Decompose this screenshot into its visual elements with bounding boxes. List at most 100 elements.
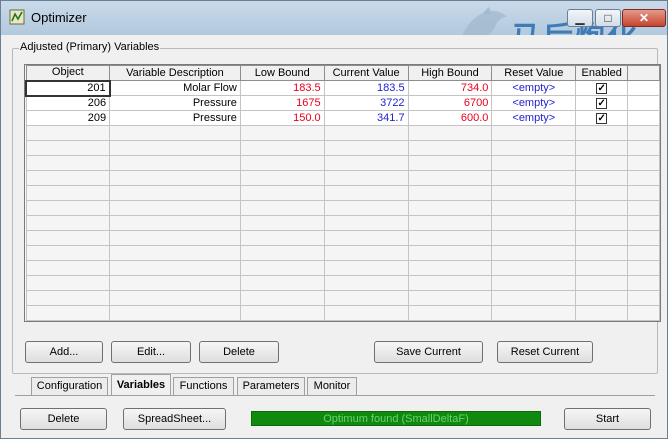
empty-cell[interactable] [109, 140, 241, 156]
column-header[interactable]: Variable Description [109, 65, 241, 81]
empty-cell[interactable] [323, 320, 409, 321]
empty-cell[interactable] [239, 185, 325, 201]
empty-cell[interactable] [25, 170, 111, 186]
empty-row[interactable] [25, 170, 660, 186]
empty-cell[interactable] [239, 290, 325, 306]
empty-cell[interactable] [25, 290, 111, 306]
empty-row[interactable] [25, 230, 660, 246]
table-row[interactable]: 201 Molar Flow 183.5 183.5 734.0 <empty> ✓ [25, 79, 660, 97]
empty-cell[interactable] [407, 185, 493, 201]
cell-description[interactable]: Pressure [109, 95, 241, 111]
empty-cell[interactable] [575, 200, 629, 216]
empty-cell[interactable] [627, 125, 660, 141]
empty-cell[interactable] [25, 125, 111, 141]
empty-cell[interactable] [25, 215, 111, 231]
empty-cell[interactable] [109, 155, 241, 171]
empty-cell[interactable] [25, 230, 111, 246]
empty-cell[interactable] [491, 200, 577, 216]
empty-cell[interactable] [323, 125, 409, 141]
empty-cell[interactable] [575, 320, 629, 321]
empty-row[interactable] [25, 185, 660, 201]
empty-cell[interactable] [627, 290, 660, 306]
empty-cell[interactable] [575, 185, 629, 201]
empty-cell[interactable] [323, 200, 409, 216]
empty-cell[interactable] [109, 305, 241, 321]
empty-cell[interactable] [323, 245, 409, 261]
empty-cell[interactable] [109, 320, 241, 321]
empty-row[interactable] [25, 155, 660, 171]
enabled-checkbox[interactable]: ✓ [596, 82, 608, 94]
tab-functions[interactable]: Functions [173, 377, 234, 395]
empty-cell[interactable] [25, 320, 111, 321]
column-header[interactable]: Object [25, 65, 111, 81]
empty-cell[interactable] [491, 170, 577, 186]
empty-cell[interactable] [109, 245, 241, 261]
empty-row[interactable] [25, 140, 660, 156]
cell-current[interactable]: 3722 [323, 95, 409, 111]
cell-enabled[interactable]: ✓ [575, 110, 629, 126]
empty-cell[interactable] [575, 170, 629, 186]
empty-cell[interactable] [575, 245, 629, 261]
empty-cell[interactable] [491, 275, 577, 291]
empty-cell[interactable] [407, 170, 493, 186]
empty-row[interactable] [25, 260, 660, 276]
variables-grid[interactable]: Object Variable Description Low Bound Curre… [24, 64, 661, 322]
cell-object[interactable]: 201 [25, 79, 111, 97]
empty-cell[interactable] [407, 215, 493, 231]
empty-cell[interactable] [627, 320, 660, 321]
empty-cell[interactable] [491, 215, 577, 231]
empty-cell[interactable] [407, 155, 493, 171]
empty-cell[interactable] [239, 215, 325, 231]
empty-cell[interactable] [109, 125, 241, 141]
empty-cell[interactable] [627, 275, 660, 291]
empty-cell[interactable] [25, 185, 111, 201]
empty-cell[interactable] [323, 290, 409, 306]
empty-cell[interactable] [575, 230, 629, 246]
empty-cell[interactable] [25, 305, 111, 321]
cell-description[interactable]: Molar Flow [109, 80, 241, 96]
empty-cell[interactable] [491, 245, 577, 261]
tab-configuration[interactable]: Configuration [31, 377, 108, 395]
column-header[interactable]: Enabled [575, 65, 629, 81]
empty-cell[interactable] [575, 260, 629, 276]
empty-cell[interactable] [575, 155, 629, 171]
empty-cell[interactable] [109, 215, 241, 231]
empty-cell[interactable] [407, 200, 493, 216]
empty-cell[interactable] [109, 260, 241, 276]
cell-object[interactable]: 209 [25, 110, 111, 126]
column-header[interactable]: Low Bound [239, 65, 325, 81]
empty-row[interactable] [25, 320, 660, 321]
empty-cell[interactable] [109, 275, 241, 291]
empty-cell[interactable] [627, 260, 660, 276]
empty-cell[interactable] [575, 305, 629, 321]
cell-reset[interactable]: <empty> [491, 95, 577, 111]
empty-cell[interactable] [627, 185, 660, 201]
minimize-button[interactable]: ▁ [567, 9, 593, 27]
cell-low[interactable]: 1675 [239, 95, 325, 111]
empty-cell[interactable] [407, 290, 493, 306]
empty-cell[interactable] [25, 275, 111, 291]
cell-enabled[interactable]: ✓ [575, 80, 629, 96]
empty-cell[interactable] [323, 215, 409, 231]
empty-cell[interactable] [239, 260, 325, 276]
table-row[interactable]: 206 Pressure 1675 3722 6700 <empty> ✓ [25, 95, 660, 111]
cell-current[interactable]: 183.5 [323, 80, 409, 96]
cell-current[interactable]: 341.7 [323, 110, 409, 126]
empty-cell[interactable] [575, 215, 629, 231]
cell-high[interactable]: 6700 [407, 95, 493, 111]
enabled-checkbox[interactable]: ✓ [596, 112, 608, 124]
empty-cell[interactable] [239, 155, 325, 171]
table-row[interactable]: 209 Pressure 150.0 341.7 600.0 <empty> ✓ [25, 110, 660, 126]
cell-object[interactable]: 206 [25, 95, 111, 111]
empty-cell[interactable] [407, 125, 493, 141]
empty-cell[interactable] [575, 275, 629, 291]
cell-reset[interactable]: <empty> [491, 80, 577, 96]
column-header[interactable]: High Bound [407, 65, 493, 81]
empty-cell[interactable] [491, 230, 577, 246]
cell-enabled[interactable]: ✓ [575, 95, 629, 111]
empty-cell[interactable] [239, 275, 325, 291]
empty-cell[interactable] [491, 140, 577, 156]
empty-cell[interactable] [407, 320, 493, 321]
empty-cell[interactable] [627, 215, 660, 231]
maximize-button[interactable]: □ [595, 9, 621, 27]
